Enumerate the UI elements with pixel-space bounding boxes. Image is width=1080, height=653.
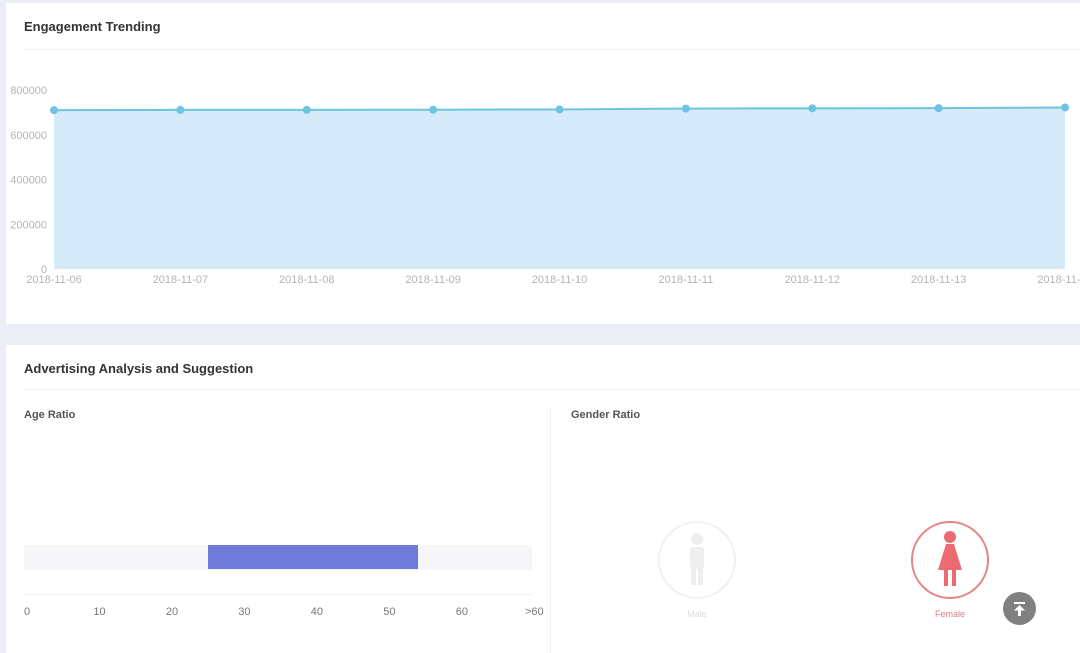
x-tick-label: 2018-11-11 [659, 274, 714, 286]
gender-ratio-title: Gender Ratio [571, 409, 641, 421]
age-tick-label: 60 [455, 606, 468, 618]
advertising-analysis-card: Advertising Analysis and Suggestion Age … [6, 345, 1080, 653]
y-tick-label: 200000 [10, 219, 47, 231]
female-person-icon [938, 531, 962, 586]
y-tick-label: 800000 [10, 85, 47, 97]
age-tick-label: 20 [165, 606, 179, 618]
engagement-data-point[interactable] [50, 106, 58, 115]
age-tick-label: 40 [310, 606, 324, 618]
male-label: Male [687, 609, 707, 619]
engagement-data-point[interactable] [555, 105, 564, 114]
female-label: Female [934, 609, 966, 619]
x-tick-label: 2018-11-08 [279, 274, 334, 286]
x-tick-label: 2018-11-14 [1037, 274, 1080, 286]
engagement-data-point[interactable] [681, 104, 690, 113]
age-axis-line [24, 594, 532, 595]
age-tick-label: 0 [23, 606, 31, 618]
x-tick-label: 2018-11-07 [153, 274, 208, 286]
x-tick-label: 2018-11-12 [785, 274, 840, 286]
back-to-top-icon [1014, 602, 1025, 616]
engagement-data-point[interactable] [176, 105, 185, 114]
y-tick-label: 400000 [10, 175, 47, 187]
age-range-track [24, 545, 532, 570]
x-tick-label: 2018-11-06 [26, 274, 81, 286]
y-tick-label: 600000 [10, 130, 47, 142]
engagement-trend-chart: 0200000400000600000800000 2018-11-06 2018… [10, 85, 1080, 286]
x-tick-label: 2018-11-13 [911, 274, 966, 286]
age-range-bar [208, 545, 419, 569]
age-tick-label: 50 [383, 606, 396, 618]
male-circle [658, 521, 736, 599]
engagement-data-point[interactable] [1061, 103, 1069, 112]
advertising-card-title: Advertising Analysis and Suggestion [24, 361, 254, 376]
section-divider [550, 407, 551, 653]
age-tick-label: >60 [524, 606, 544, 618]
age-tick-label: 10 [93, 606, 106, 618]
advertising-card-divider [24, 389, 1080, 390]
engagement-data-point[interactable] [808, 104, 817, 113]
female-circle [911, 521, 989, 599]
male-person-icon [690, 533, 704, 585]
x-tick-label: 2018-11-09 [405, 274, 460, 286]
back-to-top-button[interactable] [1003, 592, 1036, 625]
engagement-area-fill [54, 107, 1065, 269]
x-tick-label: 2018-11-10 [532, 274, 587, 286]
age-ratio-title: Age Ratio [24, 409, 76, 421]
engagement-data-point[interactable] [302, 105, 311, 114]
engagement-data-point[interactable] [934, 104, 943, 113]
engagement-data-point[interactable] [429, 105, 438, 114]
age-tick-label: 30 [238, 606, 251, 618]
